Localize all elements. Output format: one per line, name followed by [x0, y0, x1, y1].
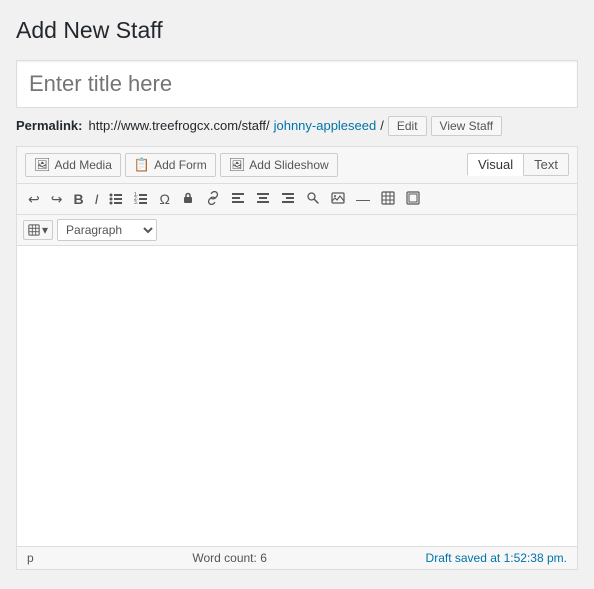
word-count-label: Word count: [192, 551, 256, 565]
kitchen-sink-button[interactable]: ▾ [23, 220, 53, 240]
kitchen-sink-dropdown-icon: ▾ [42, 223, 48, 237]
draft-saved: Draft saved at 1:52:38 pm. [426, 551, 567, 565]
redo-button[interactable]: ↪ [46, 189, 68, 209]
add-form-button[interactable]: 📋 Add Form [125, 153, 216, 177]
permalink-slash: / [380, 118, 384, 133]
format-toolbar-row2: ▾ Paragraph Heading 1 Heading 2 Heading … [17, 215, 577, 246]
page-title: Add New Staff [16, 16, 578, 46]
align-left-button[interactable] [226, 188, 250, 210]
draft-period: . [564, 551, 567, 565]
link-button[interactable] [201, 188, 225, 210]
paragraph-select[interactable]: Paragraph Heading 1 Heading 2 Heading 3 … [57, 219, 157, 241]
ol-button[interactable]: 1. 2. 3. [129, 188, 153, 210]
editor-footer: p Word count: 6 Draft saved at 1:52:38 p… [17, 546, 577, 569]
editor-tag: p [27, 551, 34, 565]
svg-text:3.: 3. [134, 200, 138, 205]
align-center-button[interactable] [251, 188, 275, 210]
image-button[interactable] [326, 188, 350, 210]
permalink-label: Permalink: [16, 118, 82, 133]
editor-tab-group: Visual Text [467, 153, 569, 176]
draft-time: 1:52:38 pm [504, 551, 564, 565]
hr-button[interactable]: — [351, 189, 375, 209]
tab-text[interactable]: Text [524, 153, 569, 176]
draft-label: Draft saved at [426, 551, 501, 565]
add-slideshow-button[interactable]: 🖼 Add Slideshow [220, 153, 338, 177]
lock-button[interactable] [176, 188, 200, 210]
word-count-value: 6 [260, 551, 267, 565]
tab-visual[interactable]: Visual [467, 153, 524, 176]
italic-button[interactable]: I [90, 189, 104, 209]
align-right-button[interactable] [276, 188, 300, 210]
permalink-slug: johnny-appleseed [274, 118, 377, 133]
fullscreen-button[interactable] [401, 188, 425, 210]
special-chars-button[interactable]: Ω [154, 189, 174, 209]
title-input[interactable] [16, 60, 578, 108]
search-button[interactable] [301, 188, 325, 210]
form-icon: 📋 [134, 157, 150, 173]
media-icon: 🖼 [34, 157, 51, 173]
add-slideshow-label: Add Slideshow [249, 158, 328, 172]
bold-button[interactable]: B [68, 189, 88, 209]
add-media-label: Add Media [55, 158, 112, 172]
media-toolbar: 🖼 Add Media 📋 Add Form 🖼 Add Slideshow V… [17, 147, 577, 184]
editor-wrapper: 🖼 Add Media 📋 Add Form 🖼 Add Slideshow V… [16, 146, 578, 570]
undo-button[interactable]: ↩ [23, 189, 45, 209]
format-toolbar: ↩ ↪ B I 1. 2. 3. [17, 184, 577, 215]
add-media-button[interactable]: 🖼 Add Media [25, 153, 121, 177]
permalink-edit-button[interactable]: Edit [388, 116, 427, 136]
editor-content[interactable] [17, 246, 577, 546]
add-form-label: Add Form [154, 158, 207, 172]
ul-button[interactable] [104, 188, 128, 210]
permalink-view-staff-button[interactable]: View Staff [431, 116, 503, 136]
word-count: Word count: 6 [192, 551, 267, 565]
slideshow-icon: 🖼 [229, 157, 246, 173]
table-button[interactable] [376, 188, 400, 210]
permalink-row: Permalink: http://www.treefrogcx.com/sta… [16, 116, 578, 136]
permalink-base-url: http://www.treefrogcx.com/staff/ [88, 118, 269, 133]
